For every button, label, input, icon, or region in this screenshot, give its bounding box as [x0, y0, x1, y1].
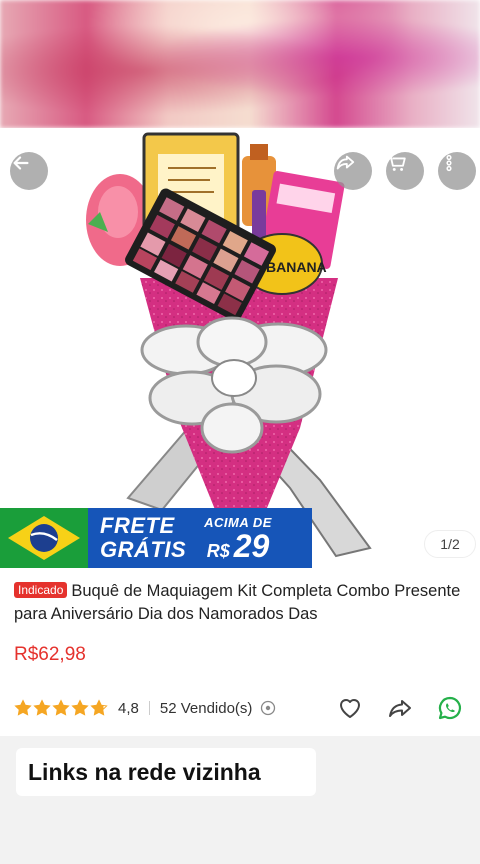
star-icon — [90, 699, 108, 716]
cart-button[interactable] — [386, 152, 424, 190]
free-shipping-banner: FRETE GRÁTIS ACIMA DE R$ 29 — [0, 508, 312, 568]
help-icon[interactable] — [260, 700, 276, 716]
blurred-video-background — [0, 0, 480, 128]
arrow-left-icon — [13, 156, 29, 170]
cart-icon — [387, 154, 406, 171]
sold-count: 52 Vendido(s) — [159, 699, 253, 717]
frete-line-1: FRETE — [100, 513, 175, 538]
links-nearby-label: Links na rede vizinha — [28, 758, 261, 785]
links-nearby-card[interactable]: Links na rede vizinha — [16, 748, 316, 796]
heart-icon[interactable] — [336, 694, 364, 722]
makeup-bouquet-illustration: BANANA — [86, 132, 372, 558]
product-meta-row: 4,8 52 Vendido(s) — [14, 694, 470, 722]
share-icon — [336, 155, 355, 170]
svg-text:BANANA: BANANA — [266, 259, 327, 275]
frete-line-2: GRÁTIS — [100, 537, 187, 562]
recommended-badge: Indicado — [14, 582, 68, 598]
free-shipping-text-block: FRETE GRÁTIS ACIMA DE R$ 29 — [88, 508, 312, 568]
gallery-page-indicator: 1/2 — [424, 530, 476, 558]
rating-stars — [14, 699, 108, 717]
threshold-currency: R$ — [206, 540, 230, 561]
star-icon — [52, 699, 70, 716]
share-button[interactable] — [334, 152, 372, 190]
rating-value: 4,8 — [118, 699, 139, 717]
product-image[interactable]: BANANA — [0, 128, 480, 568]
more-button[interactable] — [438, 152, 476, 190]
meta-divider — [148, 701, 150, 715]
whatsapp-icon[interactable] — [436, 694, 464, 722]
product-price: R$62,98 — [14, 644, 86, 665]
star-icon — [33, 699, 51, 716]
brazil-flag-icon — [0, 508, 88, 568]
product-title-block: Indicado Buquê de Maquiagem Kit Completa … — [14, 580, 470, 626]
more-vertical-icon — [446, 154, 452, 172]
threshold-value: 29 — [233, 527, 270, 564]
product-actions — [336, 694, 464, 722]
star-icon — [14, 699, 32, 716]
product-title: Buquê de Maquiagem Kit Completa Combo Pr… — [14, 582, 461, 623]
star-icon — [71, 699, 89, 716]
back-button[interactable] — [10, 152, 48, 190]
share-icon[interactable] — [386, 694, 414, 722]
